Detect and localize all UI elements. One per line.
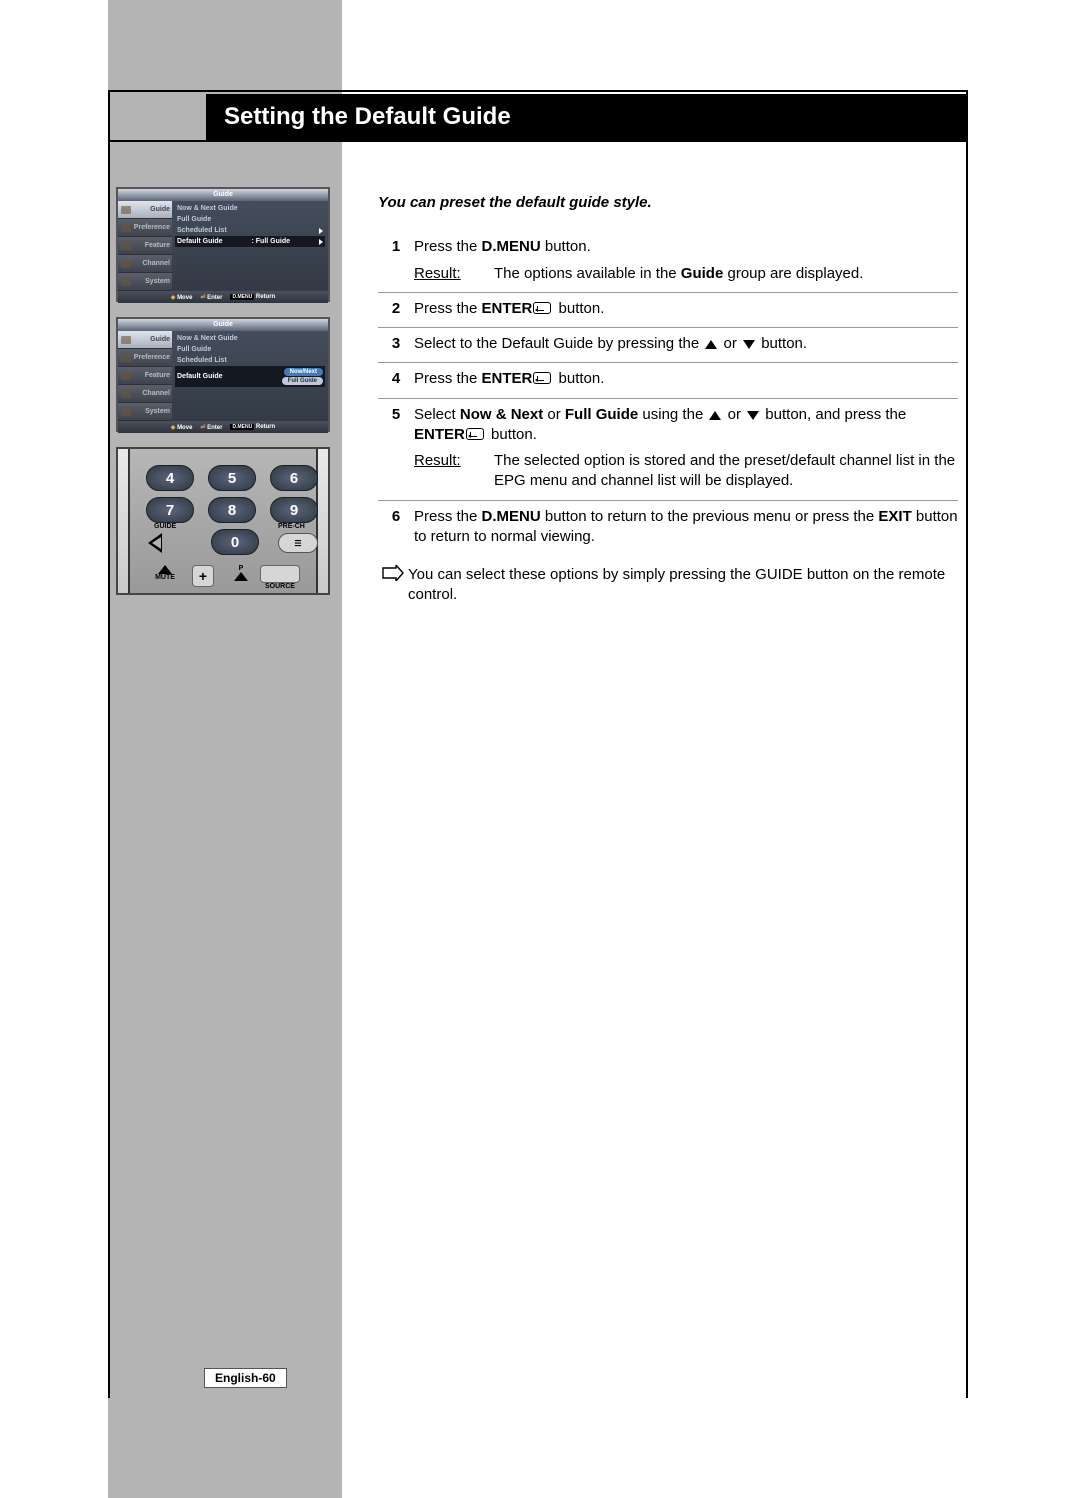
remote-screenshot: 4 5 6 7 8 9 GUIDE PRE-CH 0 ☰ MUTE + P SO… xyxy=(116,447,330,595)
step-number: 3 xyxy=(378,334,414,354)
result-label: Result: xyxy=(414,451,494,492)
intro-text: You can preset the default guide style. xyxy=(378,193,958,213)
side-system: System xyxy=(118,403,172,421)
step-number: 5 xyxy=(378,405,414,492)
menu-footer: ◆ Move ⏎ Enter D.MENU Return xyxy=(118,291,328,303)
list-now-next: Now & Next Guide xyxy=(175,333,325,344)
menu-screenshot-2: Guide Guide Preference Feature Channel S… xyxy=(116,317,330,432)
remote-num-7: 7 xyxy=(146,497,194,523)
list-default-guide: Default Guide Now/Next Full Guide xyxy=(175,366,325,387)
menu-screenshot-1: Guide Guide Preference Feature Channel S… xyxy=(116,187,330,302)
remote-p-label: P xyxy=(239,565,244,572)
note: You can select these options by simply p… xyxy=(378,565,958,606)
list-now-next: Now & Next Guide xyxy=(175,203,325,214)
triangle-down-icon xyxy=(743,340,755,349)
remote-num-8: 8 xyxy=(208,497,256,523)
list-full-guide: Full Guide xyxy=(175,214,325,225)
triangle-right-icon xyxy=(319,239,323,245)
side-guide: Guide xyxy=(118,201,172,219)
triangle-up-icon xyxy=(234,572,248,581)
side-feature: Feature xyxy=(118,237,172,255)
side-channel: Channel xyxy=(118,255,172,273)
remote-num-4: 4 xyxy=(146,465,194,491)
instructions: You can preset the default guide style. … xyxy=(378,193,958,606)
remote-prech-btn: ☰ xyxy=(278,533,318,553)
title-divider xyxy=(108,140,968,142)
triangle-up-icon xyxy=(709,411,721,420)
remote-source-btn xyxy=(260,565,300,583)
page-number: English-60 xyxy=(204,1368,287,1388)
step-2: 2 Press the ENTER button. xyxy=(378,293,958,328)
option-now-next: Now/Next xyxy=(284,368,323,376)
list-scheduled: Scheduled List xyxy=(175,225,325,236)
side-preference: Preference xyxy=(118,219,172,237)
remote-num-9: 9 xyxy=(270,497,318,523)
note-arrow-icon xyxy=(382,565,408,606)
menu-header: Guide xyxy=(118,189,328,201)
remote-mute-label: MUTE xyxy=(155,574,175,581)
step-5: 5 Select Now & Next or Full Guide using … xyxy=(378,399,958,501)
remote-num-0: 0 xyxy=(211,529,259,555)
triangle-up-icon xyxy=(705,340,717,349)
step-number: 2 xyxy=(378,299,414,319)
step-number: 1 xyxy=(378,237,414,284)
triangle-up-icon xyxy=(158,565,172,574)
step-4: 4 Press the ENTER button. xyxy=(378,363,958,398)
side-system: System xyxy=(118,273,172,291)
step-6: 6 Press the D.MENU button to return to t… xyxy=(378,501,958,556)
triangle-down-icon xyxy=(747,411,759,420)
page-title: Setting the Default Guide xyxy=(206,94,966,140)
step-number: 6 xyxy=(378,507,414,548)
step-3: 3 Select to the Default Guide by pressin… xyxy=(378,328,958,363)
side-channel: Channel xyxy=(118,385,172,403)
option-full-guide: Full Guide xyxy=(282,377,323,385)
side-preference: Preference xyxy=(118,349,172,367)
result-label: Result: xyxy=(414,264,494,284)
step-number: 4 xyxy=(378,369,414,389)
enter-icon xyxy=(466,428,484,440)
triangle-right-icon xyxy=(319,228,323,234)
remote-num-6: 6 xyxy=(270,465,318,491)
remote-num-5: 5 xyxy=(208,465,256,491)
list-full-guide: Full Guide xyxy=(175,344,325,355)
remote-source-label: SOURCE xyxy=(265,583,295,590)
side-guide: Guide xyxy=(118,331,172,349)
enter-icon xyxy=(533,302,551,314)
menu-footer: ◆ Move ⏎ Enter D.MENU Return xyxy=(118,421,328,433)
enter-icon xyxy=(533,372,551,384)
side-feature: Feature xyxy=(118,367,172,385)
list-scheduled: Scheduled List xyxy=(175,355,325,366)
list-default-guide: Default Guide: Full Guide xyxy=(175,236,325,247)
step-1: 1 Press the D.MENU button. Result: The o… xyxy=(378,231,958,293)
plus-icon: + xyxy=(192,565,214,587)
menu-header: Guide xyxy=(118,319,328,331)
